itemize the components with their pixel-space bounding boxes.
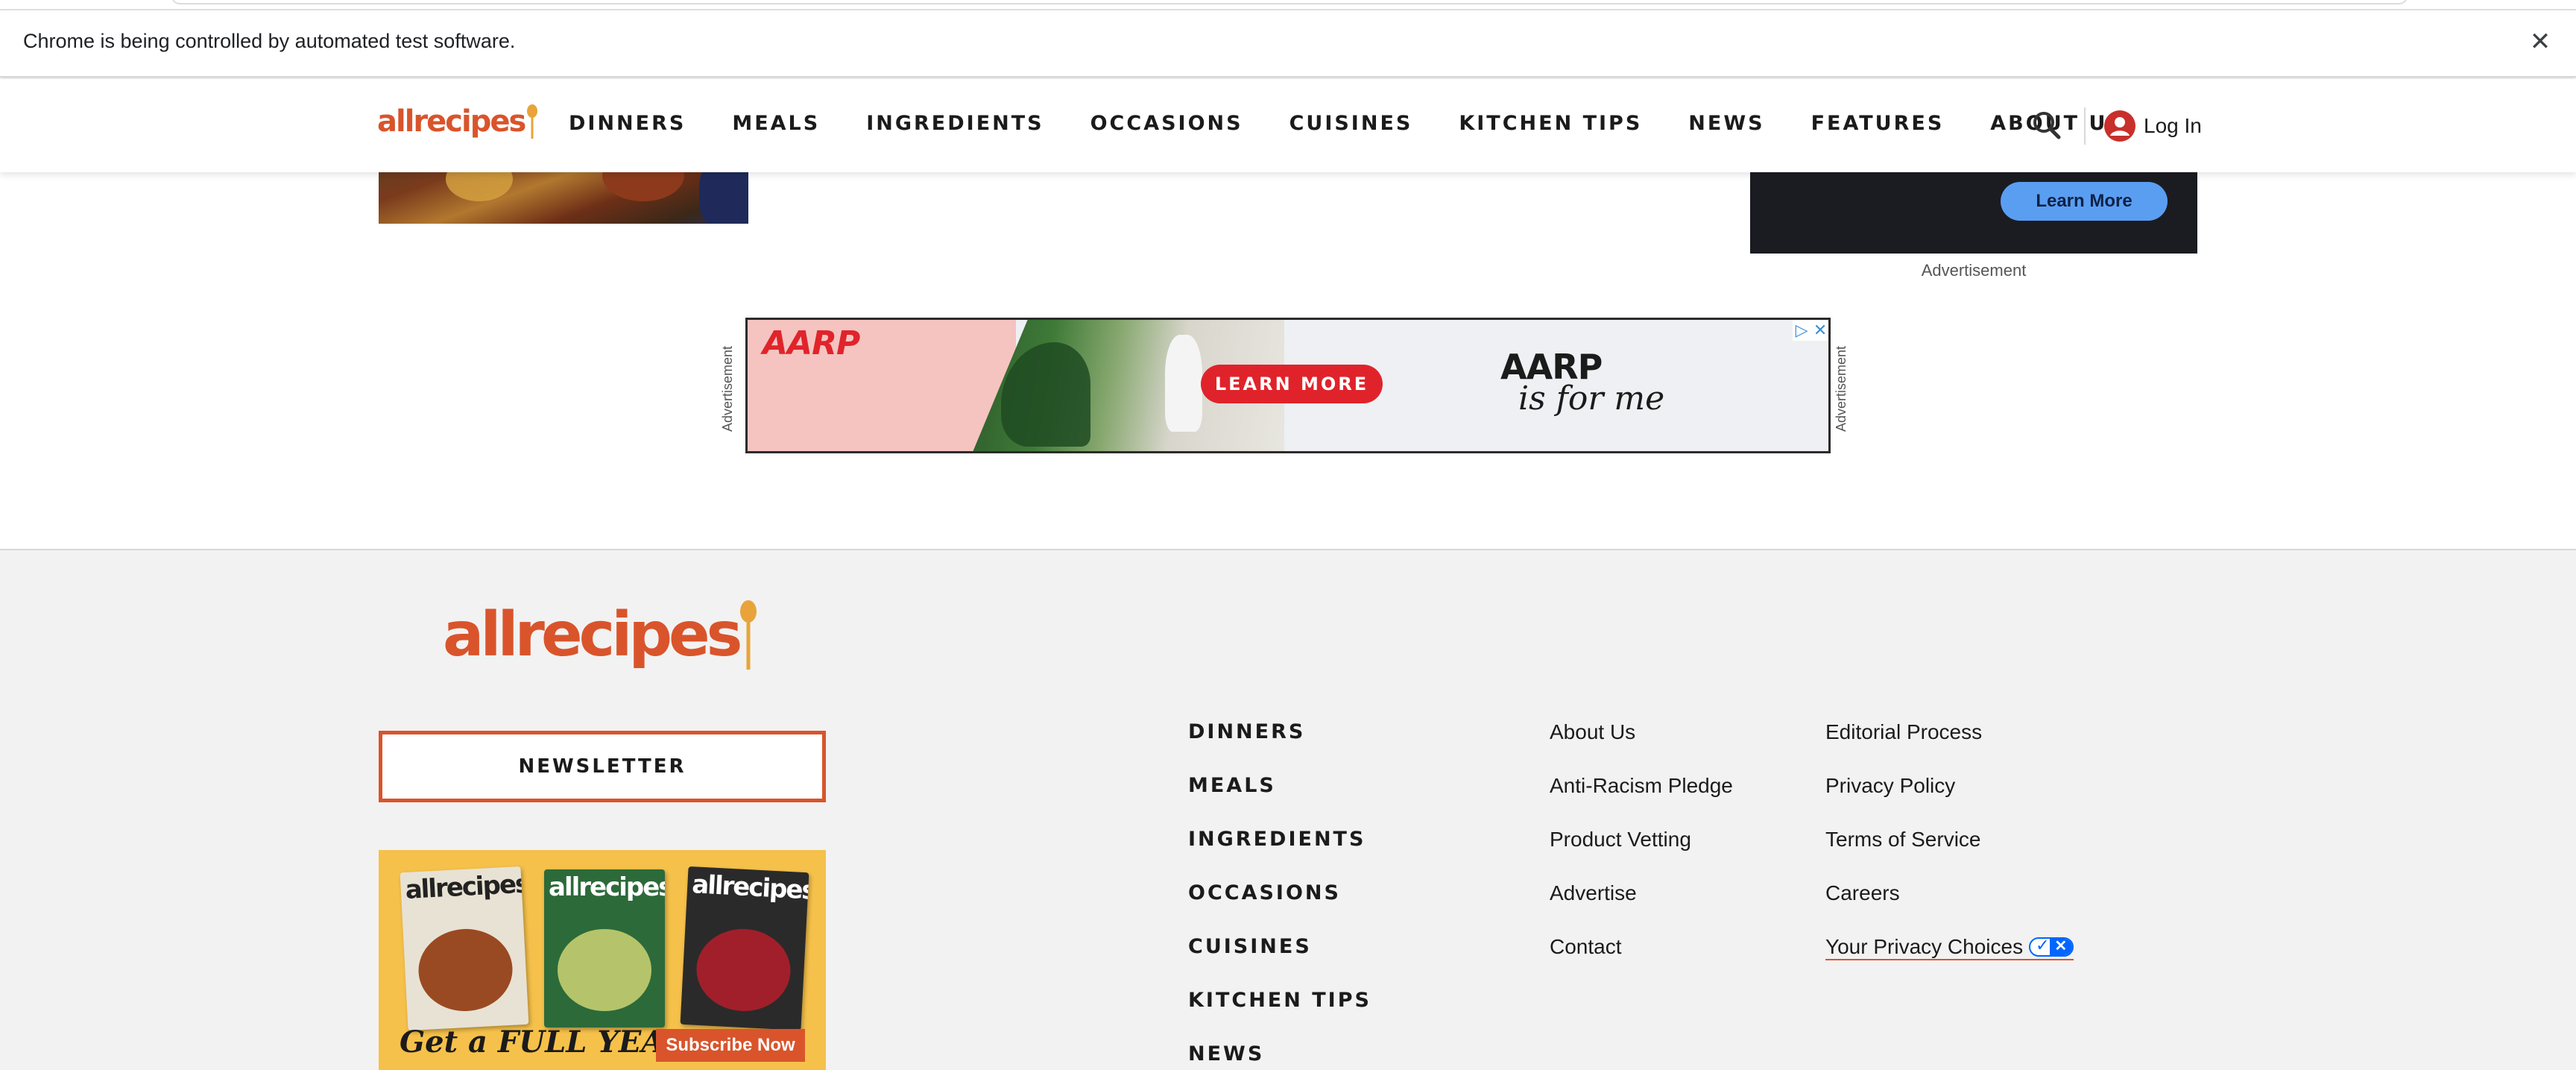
nav-item-ingredients[interactable]: INGREDIENTS [866,112,1044,142]
nav-item-meals[interactable]: MEALS [732,112,820,142]
page-root: Chrome is being controlled by automated … [0,0,2576,1070]
ad-side-label-right: Advertisement [1834,345,1849,432]
aarp-logo: AARP [763,324,860,362]
aarp-banner-ad-container: Advertisement AARP LEARN MORE AARP is fo… [720,318,1849,453]
footer-link-editorial-process[interactable]: Editorial Process [1825,720,2074,774]
nav-item-dinners[interactable]: DINNERS [569,112,686,142]
footer-link-privacy-choices[interactable]: Your Privacy Choices ✓ ✕ [1825,935,2074,989]
login-label: Log In [2144,114,2202,137]
footer-link-careers[interactable]: Careers [1825,881,2074,935]
footer-logo[interactable]: allrecipes [443,599,758,671]
nav-item-features[interactable]: FEATURES [1811,112,1945,142]
ad-side-label-left: Advertisement [720,345,735,432]
aarp-banner-ad[interactable]: AARP LEARN MORE AARP is for me ▷ ✕ [745,318,1831,453]
login-button[interactable]: Log In [2103,107,2202,145]
header-logo-text: allrecipes [377,104,526,139]
footer-link-privacy-policy[interactable]: Privacy Policy [1825,774,2074,828]
footer-link-meals[interactable]: MEALS [1188,774,1371,828]
address-bar-edge [171,0,2408,4]
privacy-choices-icon: ✓ ✕ [2029,937,2074,957]
automation-infobar: Chrome is being controlled by automated … [0,10,2576,78]
advertisement-label: Advertisement [1921,261,2027,280]
ad-learn-more-button[interactable]: Learn More [2001,182,2168,221]
infobar-message: Chrome is being controlled by automated … [23,30,516,52]
footer-company-links: About Us Anti-Racism Pledge Product Vett… [1550,720,1733,989]
footer-link-product-vetting[interactable]: Product Vetting [1550,828,1733,881]
footer-link-advertise[interactable]: Advertise [1550,881,1733,935]
nav-item-news[interactable]: NEWS [1688,112,1764,142]
nav-item-occasions[interactable]: OCCASIONS [1090,112,1243,142]
magazine-subscribe-promo[interactable]: allrecipes allrecipes allrecipes Get a F… [379,850,826,1070]
search-icon [2033,112,2061,139]
footer-link-dinners[interactable]: DINNERS [1188,720,1371,774]
close-icon[interactable]: ✕ [1813,321,1827,340]
user-account-icon [2104,110,2135,142]
footer-link-ingredients[interactable]: INGREDIENTS [1188,828,1371,881]
spoon-icon [527,104,538,139]
magazine-cover-2: allrecipes [544,869,665,1027]
footer-policy-links: Editorial Process Privacy Policy Terms o… [1825,720,2074,989]
footer-link-kitchen-tips[interactable]: KITCHEN TIPS [1188,989,1371,1042]
site-footer: allrecipes NEWSLETTER allrecipes allreci… [0,549,2576,1070]
magazine-cover-3: allrecipes [680,866,809,1031]
aarp-learn-more-button[interactable]: LEARN MORE [1201,365,1383,403]
footer-link-contact[interactable]: Contact [1550,935,1733,989]
footer-categories: DINNERS MEALS INGREDIENTS OCCASIONS CUIS… [1188,720,1371,1070]
nav-item-cuisines[interactable]: CUISINES [1289,112,1413,142]
main-nav: DINNERS MEALS INGREDIENTS OCCASIONS CUIS… [569,112,2171,142]
footer-link-terms-of-service[interactable]: Terms of Service [1825,828,2074,881]
spoon-icon [740,600,757,670]
footer-link-about-us[interactable]: About Us [1550,720,1733,774]
footer-link-news[interactable]: NEWS [1188,1042,1371,1070]
newsletter-button[interactable]: NEWSLETTER [379,731,826,802]
nav-item-kitchen-tips[interactable]: KITCHEN TIPS [1459,112,1642,142]
search-button[interactable] [2029,107,2065,143]
header-logo[interactable]: allrecipes [377,104,538,149]
browser-tabstrip-edge [0,0,2576,10]
adchoices-controls[interactable]: ▷ ✕ [1793,320,1828,341]
footer-link-occasions[interactable]: OCCASIONS [1188,881,1371,935]
infobar-close-icon[interactable]: ✕ [2524,25,2557,58]
privacy-choices-label: Your Privacy Choices [1825,935,2024,958]
header-divider [2084,107,2086,145]
adchoices-icon[interactable]: ▷ [1796,321,1808,340]
aarp-tagline: is for me [1518,380,1665,418]
ad-yoga-figure [1165,335,1202,432]
subscribe-now-button[interactable]: Subscribe Now [656,1029,805,1062]
footer-link-anti-racism-pledge[interactable]: Anti-Racism Pledge [1550,774,1733,828]
footer-logo-text: allrecipes [443,599,742,670]
magazine-cover-1: allrecipes [400,866,529,1031]
site-header: allrecipes DINNERS MEALS INGREDIENTS OCC… [0,79,2576,172]
footer-link-cuisines[interactable]: CUISINES [1188,935,1371,989]
